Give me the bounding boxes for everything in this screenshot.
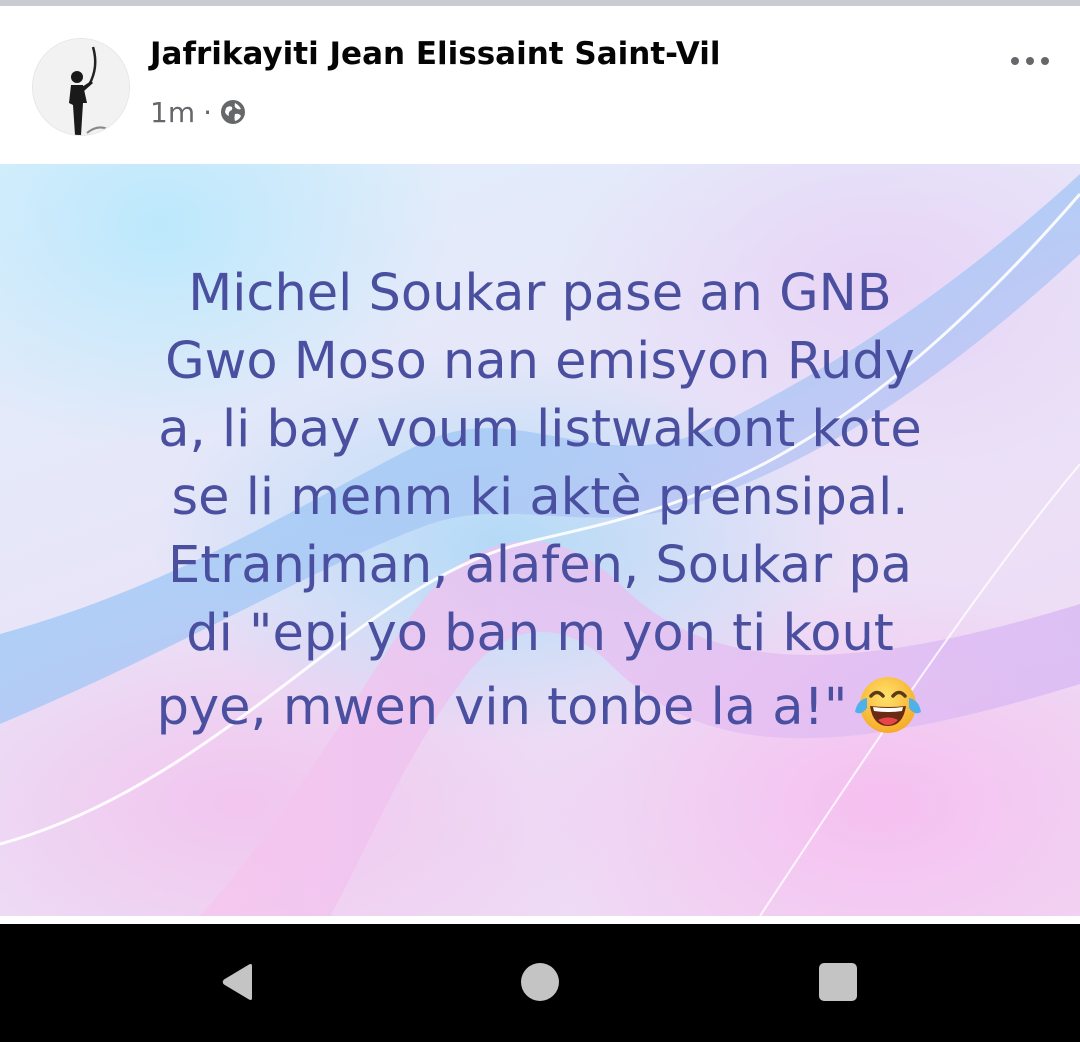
post-text-line: se li menm ki aktè prensipal. (171, 468, 909, 527)
face-with-tears-of-joy-emoji (855, 677, 922, 733)
more-options-icon (1011, 57, 1019, 65)
meta-separator: · (203, 95, 212, 129)
square-recents-icon[interactable] (819, 963, 857, 1001)
post-time[interactable]: 1m (150, 96, 195, 129)
post-text-line-last: pye, mwen vin tonbe la a!" (50, 668, 1030, 742)
post-text-line: pye, mwen vin tonbe la a!" (156, 678, 848, 737)
globe-icon[interactable] (220, 99, 246, 125)
post-text-line: Etranjman, alafen, Soukar pa (168, 536, 912, 595)
more-options-icon-dot (1026, 57, 1034, 65)
author-avatar[interactable] (32, 38, 130, 136)
avatar-silhouette-icon (33, 39, 129, 135)
more-options-button[interactable] (1000, 44, 1060, 78)
post-text-line: di "epi yo ban m yon ti kout (186, 604, 894, 663)
post-text-line: Gwo Moso nan emisyon Rudy (165, 332, 915, 391)
post-content-card[interactable]: Michel Soukar pase an GNB Gwo Moso nan e… (0, 164, 1080, 916)
author-name[interactable]: Jafrikayiti Jean Elissaint Saint-Vil (150, 36, 720, 72)
circle-home-icon[interactable] (521, 963, 559, 1001)
post-footer-gap (0, 916, 1080, 924)
post-text: Michel Soukar pase an GNB Gwo Moso nan e… (50, 260, 1030, 742)
triangle-back-icon[interactable] (218, 962, 258, 1002)
post-meta: 1m · (150, 94, 246, 130)
post-text-line: Michel Soukar pase an GNB (188, 264, 892, 323)
more-options-icon-dot (1041, 57, 1049, 65)
post-text-line: a, li bay voum listwakont kote (158, 400, 922, 459)
post-header: Jafrikayiti Jean Elissaint Saint-Vil 1m … (0, 6, 1080, 164)
